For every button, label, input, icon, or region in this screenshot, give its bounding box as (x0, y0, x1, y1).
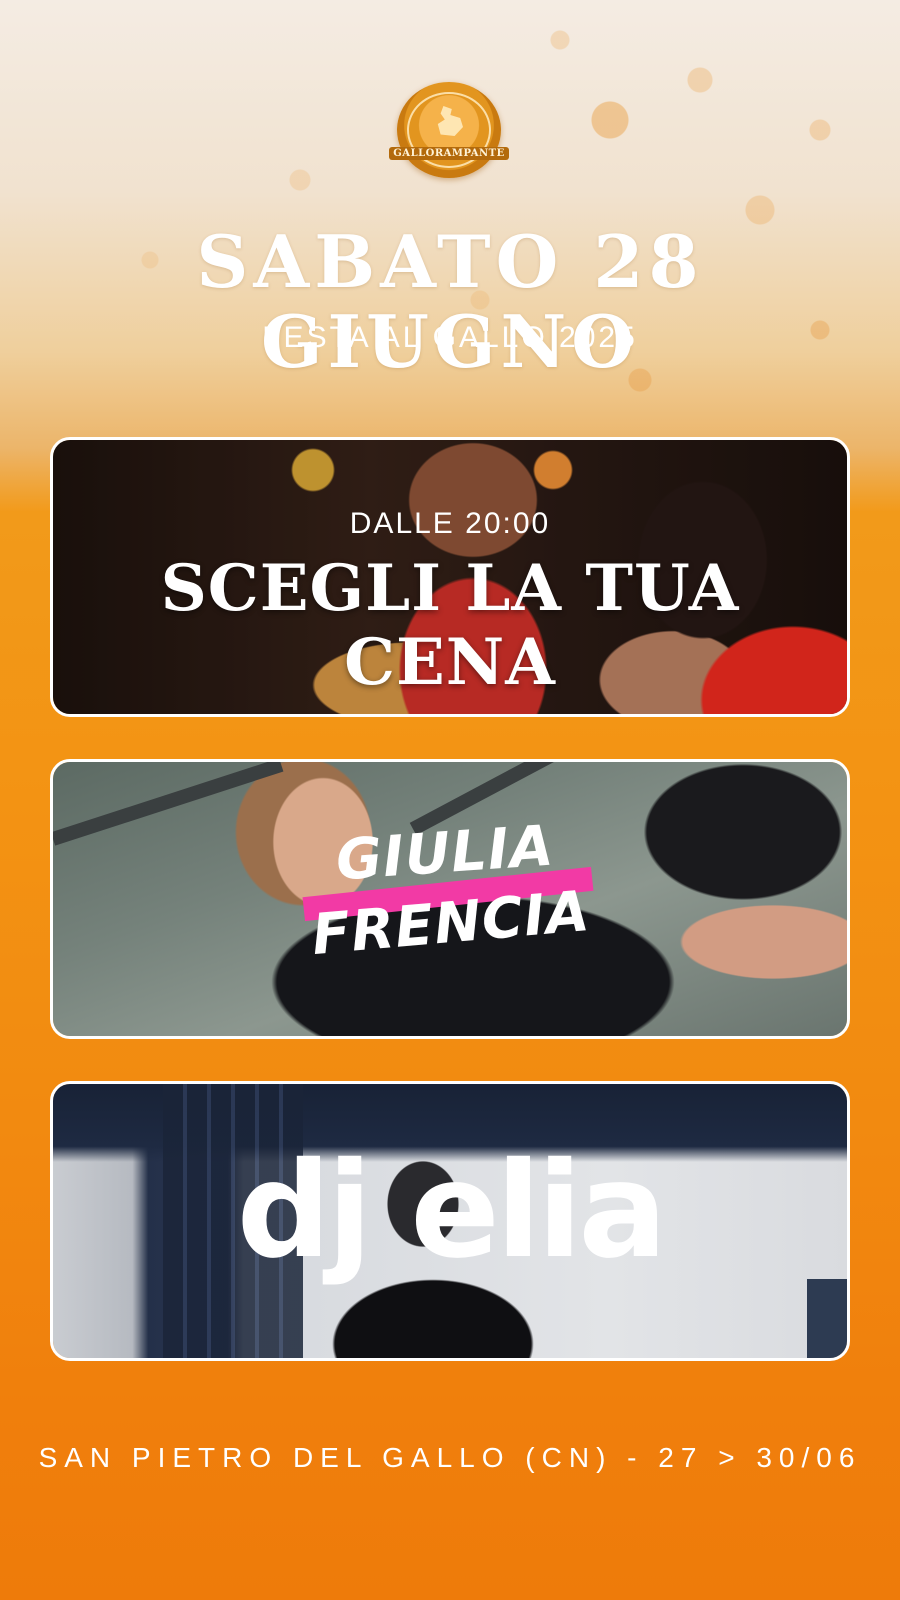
artist-first-name: GIULIA (333, 813, 557, 894)
event-subtitle: FESTA AL GALLO 2025 (262, 321, 638, 354)
dj-elia-card: dj elia (50, 1081, 850, 1361)
dinner-card: DALLE 20:00 SCEGLI LA TUA CENA (50, 437, 850, 717)
logo-text: GALLORAMPANTE (389, 147, 509, 160)
event-date-title: SABATO 28 GIUGNO (196, 219, 704, 384)
dinner-title: SCEGLI LA TUA CENA (160, 551, 740, 700)
gallo-rampante-logo: GALLORAMPANTE (389, 82, 509, 178)
speaker (807, 1279, 847, 1358)
location-dates-footer: SAN PIETRO DEL GALLO (CN) - 27 > 30/06 (38, 1442, 862, 1473)
giulia-frencia-card: GIULIA FRENCIA (50, 759, 850, 1039)
logo-ring: GALLORAMPANTE (389, 92, 509, 168)
dj-elia-logo: dj elia (236, 1134, 668, 1288)
rooster-icon (437, 106, 463, 136)
dinner-time: DALLE 20:00 (349, 507, 551, 540)
